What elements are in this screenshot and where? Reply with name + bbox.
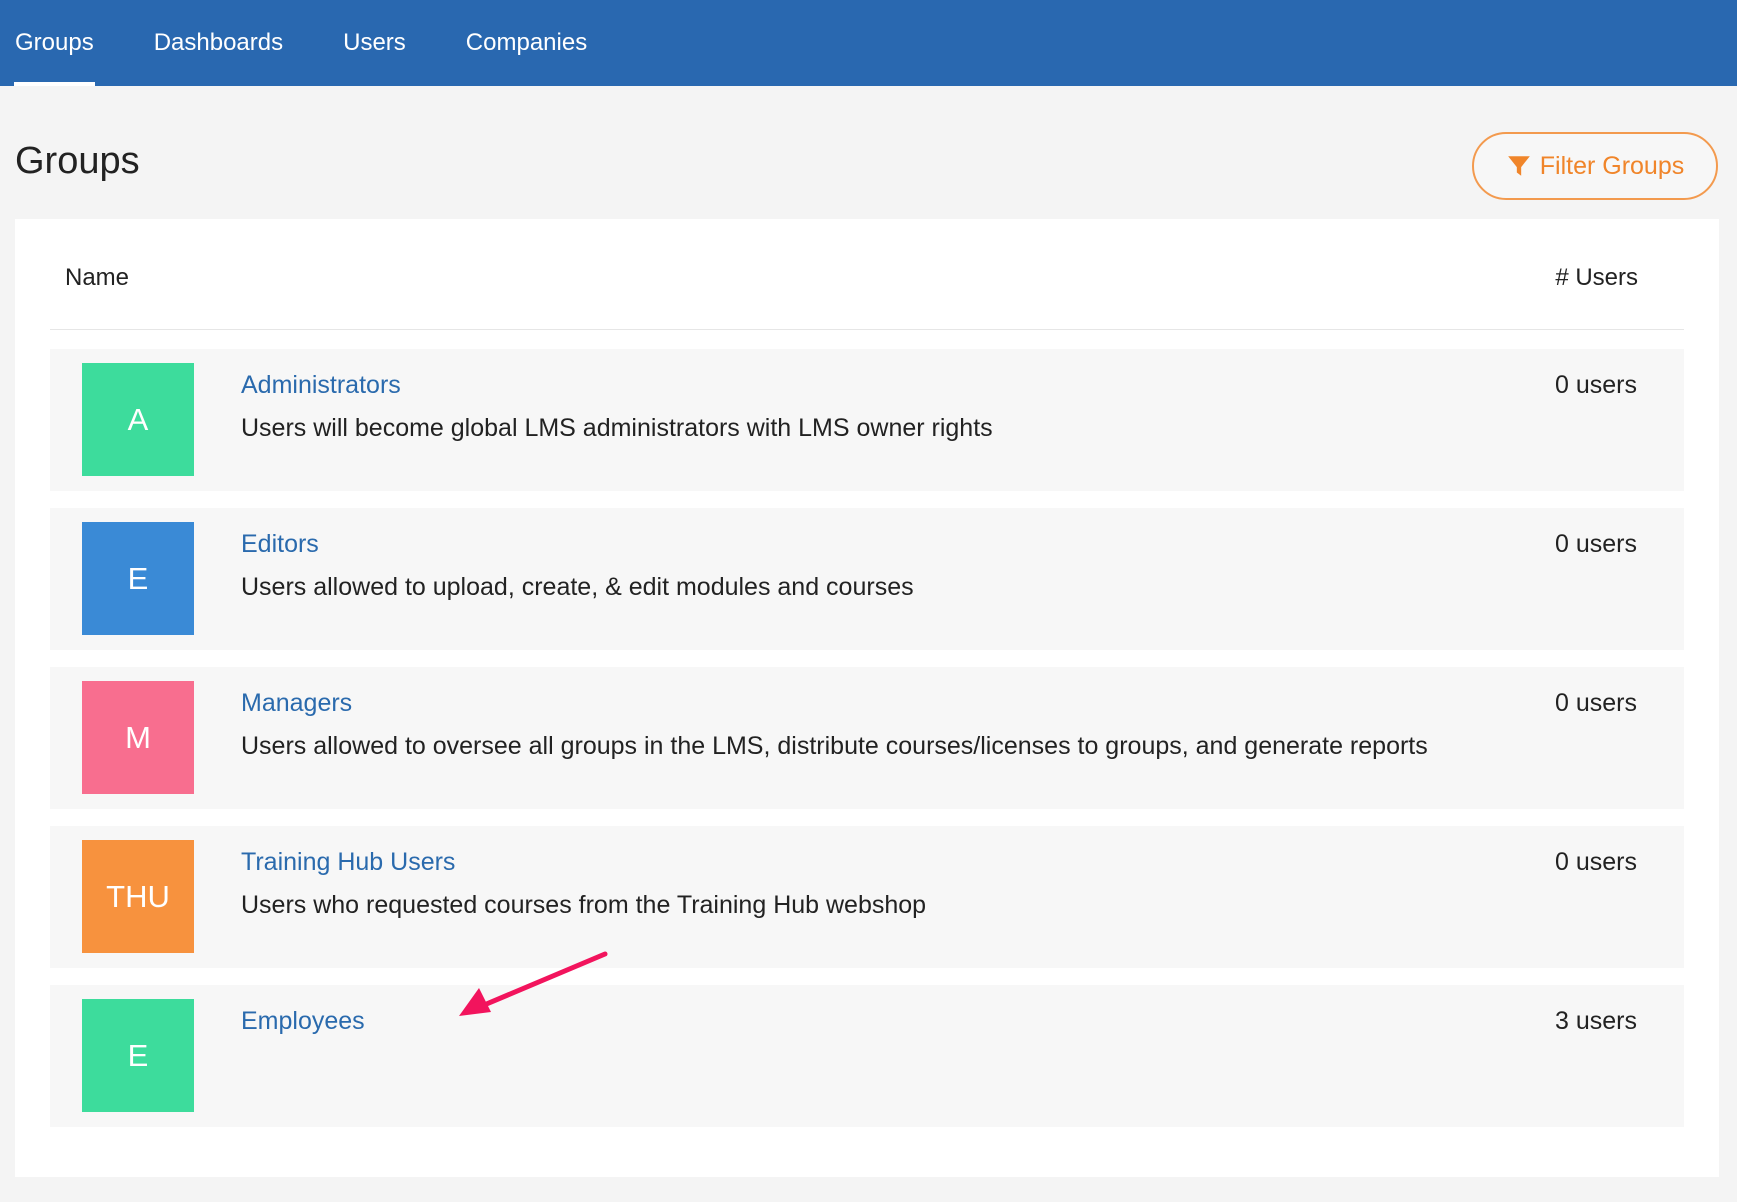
group-row[interactable]: THU Training Hub Users Users who request… [50, 826, 1684, 968]
group-name-link[interactable]: Editors [241, 530, 319, 559]
group-name-link[interactable]: Training Hub Users [241, 848, 455, 877]
group-row[interactable]: M Managers Users allowed to oversee all … [50, 667, 1684, 809]
page-title: Groups [15, 140, 140, 182]
group-avatar: E [82, 999, 194, 1112]
groups-panel: Name # Users A Administrators Users will… [15, 219, 1719, 1177]
group-user-count: 0 users [1555, 689, 1637, 717]
group-description: Users who requested courses from the Tra… [241, 891, 927, 919]
group-user-count: 3 users [1555, 1007, 1637, 1035]
group-row[interactable]: E Editors Users allowed to upload, creat… [50, 508, 1684, 650]
group-name-link[interactable]: Administrators [241, 371, 401, 400]
group-avatar: M [82, 681, 194, 794]
filter-groups-button[interactable]: Filter Groups [1472, 132, 1718, 200]
group-avatar: THU [82, 840, 194, 953]
group-description: Users allowed to oversee all groups in t… [241, 732, 1428, 760]
group-name-link[interactable]: Managers [241, 689, 352, 718]
filter-icon [1507, 156, 1530, 176]
nav-tab-dashboards[interactable]: Dashboards [139, 0, 298, 86]
group-user-count: 0 users [1555, 848, 1637, 876]
groups-list: A Administrators Users will become globa… [50, 349, 1684, 1144]
top-navigation: Groups Dashboards Users Companies [0, 0, 1737, 86]
group-name-link[interactable]: Employees [241, 1007, 365, 1036]
group-avatar: A [82, 363, 194, 476]
group-user-count: 0 users [1555, 371, 1637, 399]
group-row[interactable]: A Administrators Users will become globa… [50, 349, 1684, 491]
nav-tab-users[interactable]: Users [328, 0, 421, 86]
column-header-users: # Users [1555, 264, 1638, 291]
group-avatar: E [82, 522, 194, 635]
group-user-count: 0 users [1555, 530, 1637, 558]
table-header: Name # Users [50, 264, 1684, 330]
filter-groups-label: Filter Groups [1539, 151, 1685, 180]
annotation-arrow-icon [459, 951, 608, 1016]
nav-tab-groups[interactable]: Groups [0, 0, 109, 86]
group-description: Users will become global LMS administrat… [241, 414, 993, 442]
column-header-name: Name [65, 264, 130, 291]
nav-tab-companies[interactable]: Companies [451, 0, 602, 86]
group-row[interactable]: E Employees 3 users [50, 985, 1684, 1127]
group-description: Users allowed to upload, create, & edit … [241, 573, 914, 601]
